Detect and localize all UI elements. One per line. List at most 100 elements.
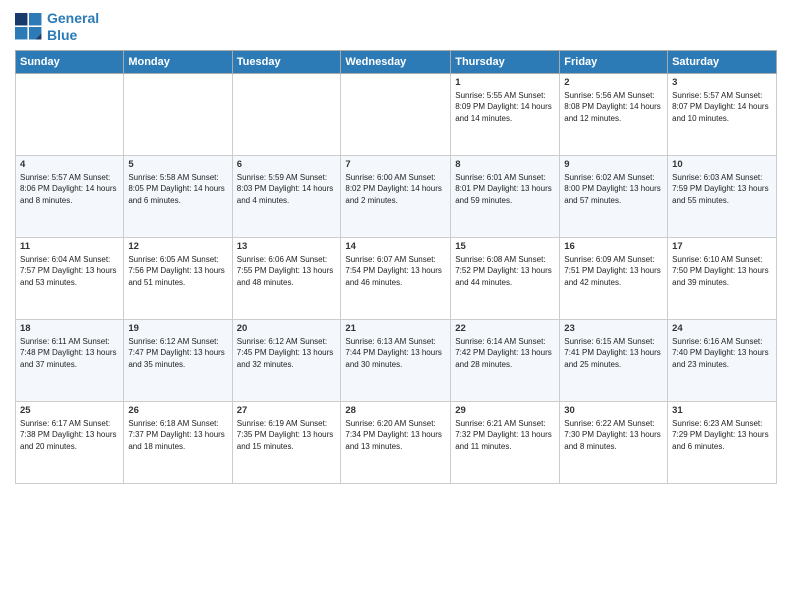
day-info: Sunrise: 6:05 AM Sunset: 7:56 PM Dayligh…	[128, 254, 227, 289]
weekday-header-wednesday: Wednesday	[341, 50, 451, 73]
day-cell: 13 Sunrise: 6:06 AM Sunset: 7:55 PM Dayli…	[232, 237, 341, 319]
day-number: 30	[564, 405, 663, 416]
day-cell: 1 Sunrise: 5:55 AM Sunset: 8:09 PM Daylig…	[451, 73, 560, 155]
day-number: 3	[672, 77, 772, 88]
day-info: Sunrise: 6:04 AM Sunset: 7:57 PM Dayligh…	[20, 254, 119, 289]
day-cell: 17 Sunrise: 6:10 AM Sunset: 7:50 PM Dayli…	[668, 237, 777, 319]
day-cell: 11 Sunrise: 6:04 AM Sunset: 7:57 PM Dayli…	[16, 237, 124, 319]
weekday-header-sunday: Sunday	[16, 50, 124, 73]
day-info: Sunrise: 5:59 AM Sunset: 8:03 PM Dayligh…	[237, 172, 337, 207]
day-cell: 8 Sunrise: 6:01 AM Sunset: 8:01 PM Daylig…	[451, 155, 560, 237]
weekday-header-thursday: Thursday	[451, 50, 560, 73]
weekday-header-tuesday: Tuesday	[232, 50, 341, 73]
day-info: Sunrise: 6:15 AM Sunset: 7:41 PM Dayligh…	[564, 336, 663, 371]
day-cell: 16 Sunrise: 6:09 AM Sunset: 7:51 PM Dayli…	[560, 237, 668, 319]
day-number: 8	[455, 159, 555, 170]
week-row-4: 18Sunrise: 6:11 AM Sunset: 7:48 PM Dayli…	[16, 319, 777, 401]
day-cell	[341, 73, 451, 155]
day-cell: 24 Sunrise: 6:16 AM Sunset: 7:40 PM Dayli…	[668, 319, 777, 401]
day-cell: 15 Sunrise: 6:08 AM Sunset: 7:52 PM Dayli…	[451, 237, 560, 319]
day-cell: 27Sunrise: 6:19 AM Sunset: 7:35 PM Dayli…	[232, 401, 341, 483]
day-cell: 2Sunrise: 5:56 AM Sunset: 8:08 PM Daylig…	[560, 73, 668, 155]
day-number: 20	[237, 323, 337, 334]
day-cell: 31 Sunrise: 6:23 AM Sunset: 7:29 PM Dayli…	[668, 401, 777, 483]
weekday-header-monday: Monday	[124, 50, 232, 73]
day-number: 16	[564, 241, 663, 252]
day-number: 9	[564, 159, 663, 170]
day-info: Sunrise: 5:58 AM Sunset: 8:05 PM Dayligh…	[128, 172, 227, 207]
day-number: 5	[128, 159, 227, 170]
week-row-5: 25Sunrise: 6:17 AM Sunset: 7:38 PM Dayli…	[16, 401, 777, 483]
day-info: Sunrise: 6:12 AM Sunset: 7:47 PM Dayligh…	[128, 336, 227, 371]
week-row-3: 11 Sunrise: 6:04 AM Sunset: 7:57 PM Dayli…	[16, 237, 777, 319]
day-cell: 14 Sunrise: 6:07 AM Sunset: 7:54 PM Dayli…	[341, 237, 451, 319]
day-info: Sunrise: 6:09 AM Sunset: 7:51 PM Dayligh…	[564, 254, 663, 289]
day-info: Sunrise: 6:21 AM Sunset: 7:32 PM Dayligh…	[455, 418, 555, 453]
logo: General Blue	[15, 10, 99, 44]
day-info: Sunrise: 6:23 AM Sunset: 7:29 PM Dayligh…	[672, 418, 772, 453]
header: General Blue	[15, 10, 777, 44]
logo-icon	[15, 13, 43, 41]
day-number: 26	[128, 405, 227, 416]
day-info: Sunrise: 6:06 AM Sunset: 7:55 PM Dayligh…	[237, 254, 337, 289]
week-row-1: 1 Sunrise: 5:55 AM Sunset: 8:09 PM Daylig…	[16, 73, 777, 155]
day-number: 11	[20, 241, 119, 252]
day-info: Sunrise: 6:11 AM Sunset: 7:48 PM Dayligh…	[20, 336, 119, 371]
day-cell	[124, 73, 232, 155]
day-info: Sunrise: 6:13 AM Sunset: 7:44 PM Dayligh…	[345, 336, 446, 371]
day-number: 21	[345, 323, 446, 334]
day-info: Sunrise: 6:01 AM Sunset: 8:01 PM Dayligh…	[455, 172, 555, 207]
day-cell: 21 Sunrise: 6:13 AM Sunset: 7:44 PM Dayli…	[341, 319, 451, 401]
day-info: Sunrise: 6:10 AM Sunset: 7:50 PM Dayligh…	[672, 254, 772, 289]
day-info: Sunrise: 6:12 AM Sunset: 7:45 PM Dayligh…	[237, 336, 337, 371]
day-cell: 7Sunrise: 6:00 AM Sunset: 8:02 PM Daylig…	[341, 155, 451, 237]
day-number: 23	[564, 323, 663, 334]
day-number: 2	[564, 77, 663, 88]
day-number: 28	[345, 405, 446, 416]
day-cell: 20 Sunrise: 6:12 AM Sunset: 7:45 PM Dayli…	[232, 319, 341, 401]
day-cell: 5 Sunrise: 5:58 AM Sunset: 8:05 PM Daylig…	[124, 155, 232, 237]
day-info: Sunrise: 6:07 AM Sunset: 7:54 PM Dayligh…	[345, 254, 446, 289]
weekday-header-row: SundayMondayTuesdayWednesdayThursdayFrid…	[16, 50, 777, 73]
weekday-header-saturday: Saturday	[668, 50, 777, 73]
day-info: Sunrise: 6:19 AM Sunset: 7:35 PM Dayligh…	[237, 418, 337, 453]
day-info: Sunrise: 6:00 AM Sunset: 8:02 PM Dayligh…	[345, 172, 446, 207]
weekday-header-friday: Friday	[560, 50, 668, 73]
day-info: Sunrise: 5:55 AM Sunset: 8:09 PM Dayligh…	[455, 90, 555, 125]
day-cell	[232, 73, 341, 155]
day-info: Sunrise: 6:02 AM Sunset: 8:00 PM Dayligh…	[564, 172, 663, 207]
calendar: SundayMondayTuesdayWednesdayThursdayFrid…	[15, 50, 777, 484]
day-number: 24	[672, 323, 772, 334]
day-cell: 23 Sunrise: 6:15 AM Sunset: 7:41 PM Dayli…	[560, 319, 668, 401]
day-cell	[16, 73, 124, 155]
day-info: Sunrise: 5:57 AM Sunset: 8:06 PM Dayligh…	[20, 172, 119, 207]
day-cell: 22 Sunrise: 6:14 AM Sunset: 7:42 PM Dayli…	[451, 319, 560, 401]
day-number: 29	[455, 405, 555, 416]
day-info: Sunrise: 6:18 AM Sunset: 7:37 PM Dayligh…	[128, 418, 227, 453]
day-cell: 6 Sunrise: 5:59 AM Sunset: 8:03 PM Daylig…	[232, 155, 341, 237]
day-cell: 25Sunrise: 6:17 AM Sunset: 7:38 PM Dayli…	[16, 401, 124, 483]
day-cell: 9 Sunrise: 6:02 AM Sunset: 8:00 PM Daylig…	[560, 155, 668, 237]
day-cell: 28 Sunrise: 6:20 AM Sunset: 7:34 PM Dayli…	[341, 401, 451, 483]
day-number: 1	[455, 77, 555, 88]
day-number: 31	[672, 405, 772, 416]
day-cell: 29 Sunrise: 6:21 AM Sunset: 7:32 PM Dayli…	[451, 401, 560, 483]
day-info: Sunrise: 6:14 AM Sunset: 7:42 PM Dayligh…	[455, 336, 555, 371]
day-cell: 10Sunrise: 6:03 AM Sunset: 7:59 PM Dayli…	[668, 155, 777, 237]
day-info: Sunrise: 6:08 AM Sunset: 7:52 PM Dayligh…	[455, 254, 555, 289]
day-info: Sunrise: 6:16 AM Sunset: 7:40 PM Dayligh…	[672, 336, 772, 371]
day-number: 15	[455, 241, 555, 252]
day-cell: 18Sunrise: 6:11 AM Sunset: 7:48 PM Dayli…	[16, 319, 124, 401]
day-number: 6	[237, 159, 337, 170]
day-info: Sunrise: 6:20 AM Sunset: 7:34 PM Dayligh…	[345, 418, 446, 453]
logo-text: General Blue	[47, 10, 99, 44]
day-cell: 19 Sunrise: 6:12 AM Sunset: 7:47 PM Dayli…	[124, 319, 232, 401]
day-number: 13	[237, 241, 337, 252]
day-number: 19	[128, 323, 227, 334]
day-info: Sunrise: 6:03 AM Sunset: 7:59 PM Dayligh…	[672, 172, 772, 207]
day-info: Sunrise: 6:22 AM Sunset: 7:30 PM Dayligh…	[564, 418, 663, 453]
day-number: 4	[20, 159, 119, 170]
day-number: 17	[672, 241, 772, 252]
day-number: 14	[345, 241, 446, 252]
day-number: 22	[455, 323, 555, 334]
